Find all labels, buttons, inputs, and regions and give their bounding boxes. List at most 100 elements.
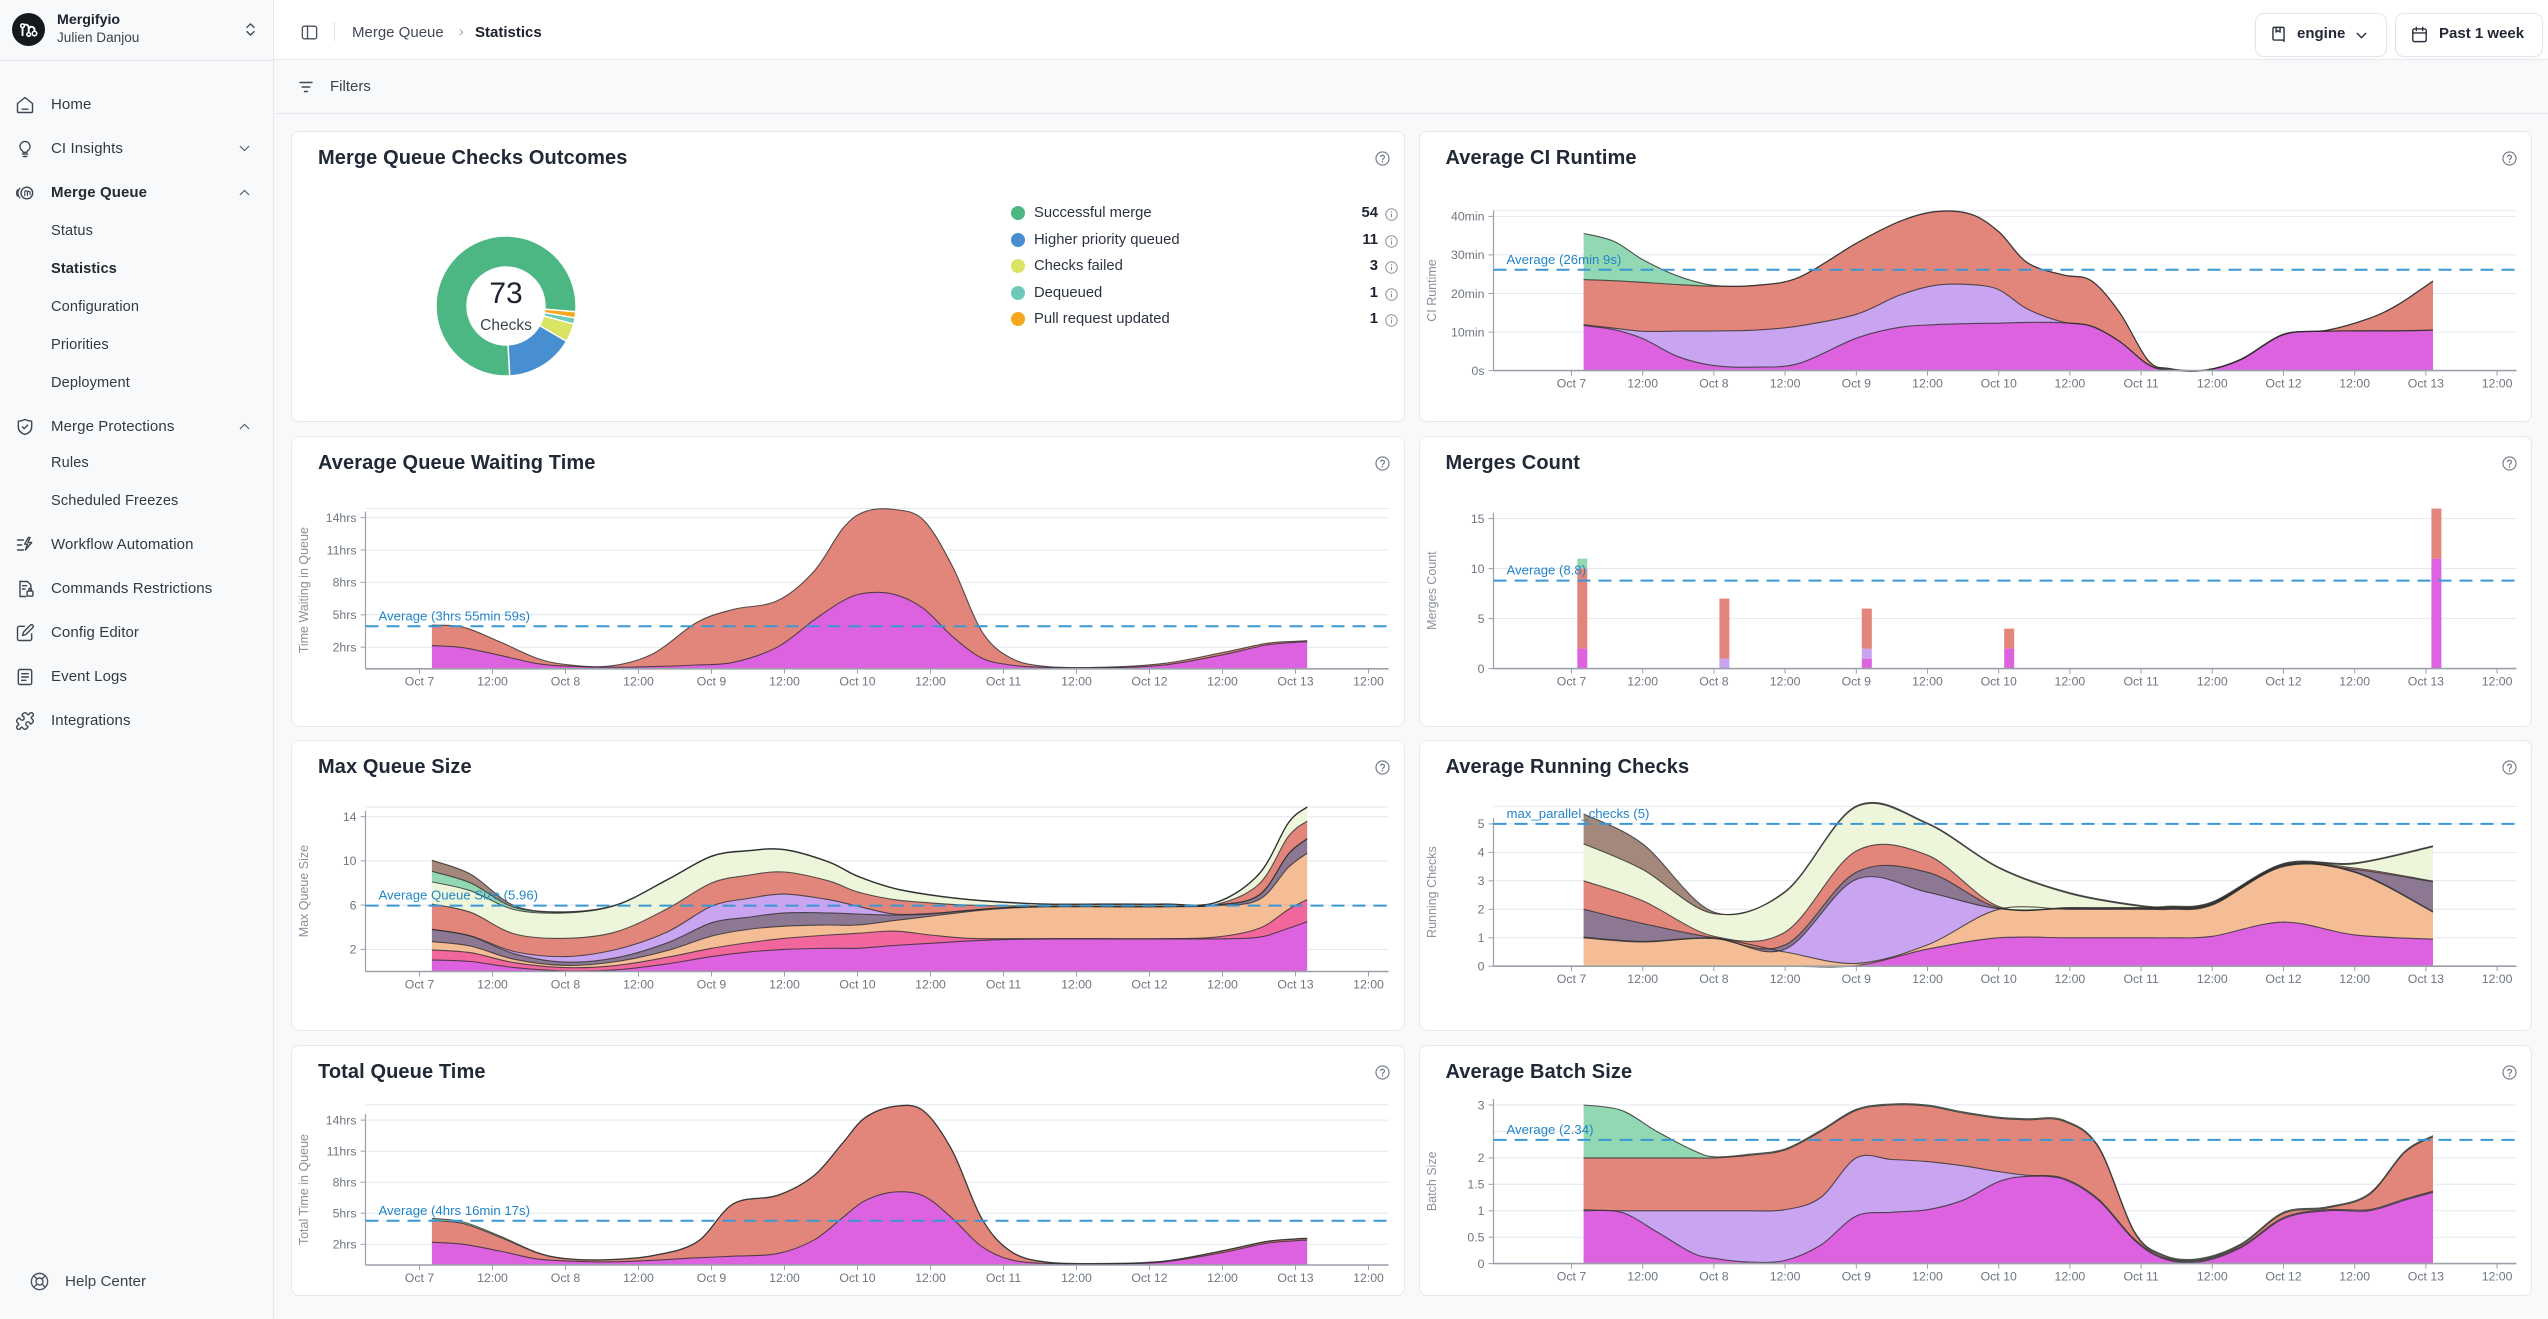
svg-text:Oct 13: Oct 13 [2407,1269,2443,1283]
svg-text:12:00: 12:00 [2339,1269,2370,1283]
svg-text:12:00: 12:00 [2481,376,2512,390]
svg-text:12:00: 12:00 [2481,1269,2512,1283]
svg-text:Time Waiting in Queue: Time Waiting in Queue [297,527,311,653]
svg-text:20min: 20min [1451,287,1485,301]
svg-text:0: 0 [1477,662,1484,676]
svg-text:12:00: 12:00 [477,1271,508,1285]
svg-text:12:00: 12:00 [1912,972,1943,986]
svg-text:Oct 10: Oct 10 [1980,376,2016,390]
svg-text:Oct 10: Oct 10 [1980,1269,2016,1283]
svg-text:12:00: 12:00 [1769,972,1800,986]
svg-text:5hrs: 5hrs [333,1207,357,1221]
svg-text:Oct 11: Oct 11 [2123,674,2158,688]
svg-text:Oct 11: Oct 11 [2123,376,2158,390]
svg-text:Oct 13: Oct 13 [2407,674,2443,688]
svg-text:12:00: 12:00 [477,675,508,689]
svg-text:5hrs: 5hrs [333,608,357,622]
svg-text:14: 14 [343,810,357,824]
svg-text:73: 73 [489,277,522,310]
svg-text:10: 10 [1470,562,1484,576]
svg-text:Oct 9: Oct 9 [1841,1269,1871,1283]
svg-text:Oct 7: Oct 7 [405,977,435,991]
svg-text:Oct 8: Oct 8 [1699,1269,1729,1283]
svg-text:12:00: 12:00 [1627,674,1658,688]
svg-text:Oct 8: Oct 8 [551,675,581,689]
svg-text:8hrs: 8hrs [333,1176,357,1190]
svg-text:4: 4 [1477,846,1484,860]
svg-text:Oct 8: Oct 8 [1699,376,1729,390]
svg-text:12:00: 12:00 [1061,977,1092,991]
svg-text:12:00: 12:00 [769,1271,800,1285]
svg-text:max_parallel_checks (5): max_parallel_checks (5) [1506,806,1649,821]
svg-text:12:00: 12:00 [2339,376,2370,390]
svg-text:12:00: 12:00 [1627,972,1658,986]
svg-text:Average (2.34): Average (2.34) [1506,1122,1593,1137]
svg-text:Oct 9: Oct 9 [1841,376,1871,390]
svg-text:0: 0 [1477,960,1484,974]
svg-text:12:00: 12:00 [1912,1269,1943,1283]
svg-text:14hrs: 14hrs [326,511,357,525]
svg-text:12:00: 12:00 [915,675,946,689]
svg-text:Oct 12: Oct 12 [2265,1269,2301,1283]
svg-text:12:00: 12:00 [1769,674,1800,688]
svg-text:Oct 9: Oct 9 [697,977,727,991]
svg-text:12:00: 12:00 [1769,1269,1800,1283]
svg-text:Average (8.8): Average (8.8) [1506,563,1586,578]
svg-text:12:00: 12:00 [1207,675,1238,689]
svg-text:Oct 8: Oct 8 [1699,972,1729,986]
svg-text:Merges Count: Merges Count [1425,551,1439,630]
svg-text:0s: 0s [1471,364,1484,378]
svg-text:12:00: 12:00 [915,977,946,991]
svg-text:12:00: 12:00 [1912,674,1943,688]
svg-text:12:00: 12:00 [2196,1269,2227,1283]
svg-text:Average (4hrs 16min 17s): Average (4hrs 16min 17s) [379,1203,531,1218]
svg-text:14hrs: 14hrs [326,1113,357,1127]
svg-text:12:00: 12:00 [769,675,800,689]
svg-text:Average Queue Size (5.96): Average Queue Size (5.96) [379,888,539,903]
svg-text:2: 2 [1477,1151,1484,1165]
svg-text:12:00: 12:00 [1207,1271,1238,1285]
svg-text:Oct 12: Oct 12 [1131,977,1167,991]
svg-text:Oct 8: Oct 8 [551,977,581,991]
svg-text:3: 3 [1477,1098,1484,1112]
svg-text:12:00: 12:00 [2196,376,2227,390]
svg-text:12:00: 12:00 [477,977,508,991]
svg-text:Oct 7: Oct 7 [1556,1269,1586,1283]
svg-text:12:00: 12:00 [2481,674,2512,688]
svg-text:Average (26min 9s): Average (26min 9s) [1506,252,1621,267]
svg-text:Oct 7: Oct 7 [405,1271,435,1285]
svg-text:Batch Size: Batch Size [1425,1151,1439,1211]
svg-text:Oct 7: Oct 7 [1556,972,1586,986]
svg-text:2hrs: 2hrs [333,641,357,655]
svg-text:Oct 10: Oct 10 [839,675,875,689]
svg-text:12:00: 12:00 [1627,376,1658,390]
svg-text:12:00: 12:00 [2481,972,2512,986]
svg-text:Oct 8: Oct 8 [551,1271,581,1285]
svg-text:Average (3hrs 55min 59s): Average (3hrs 55min 59s) [379,608,531,623]
svg-text:Oct 12: Oct 12 [1131,1271,1167,1285]
svg-text:12:00: 12:00 [1061,675,1092,689]
svg-text:2hrs: 2hrs [333,1238,357,1252]
svg-text:1: 1 [1477,931,1484,945]
svg-text:Oct 11: Oct 11 [986,675,1021,689]
svg-text:Oct 7: Oct 7 [1556,376,1586,390]
svg-text:Oct 7: Oct 7 [1556,674,1586,688]
svg-text:2: 2 [1477,903,1484,917]
svg-text:12:00: 12:00 [1627,1269,1658,1283]
svg-text:Oct 13: Oct 13 [2407,376,2443,390]
svg-text:0.5: 0.5 [1467,1231,1484,1245]
svg-text:10: 10 [343,854,357,868]
svg-text:10min: 10min [1451,325,1485,339]
svg-text:12:00: 12:00 [2054,972,2085,986]
svg-text:1.5: 1.5 [1467,1178,1484,1192]
svg-text:Oct 10: Oct 10 [839,977,875,991]
svg-text:5: 5 [1477,612,1484,626]
svg-text:11hrs: 11hrs [327,543,357,557]
svg-text:Oct 9: Oct 9 [697,675,727,689]
svg-text:Oct 11: Oct 11 [986,977,1021,991]
svg-text:Oct 10: Oct 10 [839,1271,875,1285]
svg-text:12:00: 12:00 [2196,674,2227,688]
svg-text:15: 15 [1470,512,1484,526]
svg-text:12:00: 12:00 [1353,977,1384,991]
svg-text:11hrs: 11hrs [327,1145,357,1159]
